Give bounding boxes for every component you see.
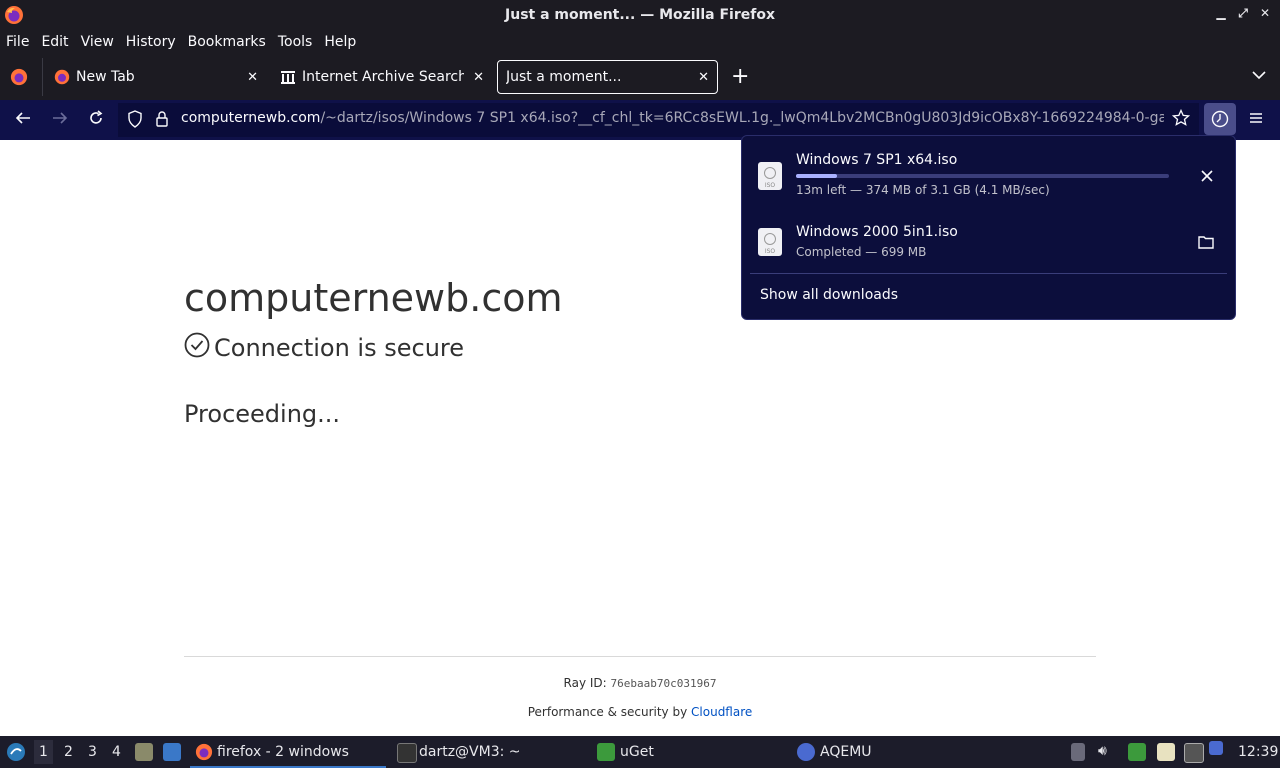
list-all-tabs-chevron-icon[interactable] xyxy=(1252,68,1266,84)
taskbar-app-label: firefox - 2 windows xyxy=(217,744,349,760)
tab-label: Just a moment... xyxy=(506,69,622,85)
workspace-3[interactable]: 3 xyxy=(88,744,97,760)
menu-view[interactable]: View xyxy=(75,34,120,50)
back-arrow-icon[interactable] xyxy=(14,109,32,132)
menu-file[interactable]: File xyxy=(0,34,35,50)
firefox-view-icon[interactable] xyxy=(10,68,28,90)
tray-update-icon[interactable] xyxy=(1209,741,1223,755)
navigation-toolbar: computernewb.com/~dartz/isos/Windows 7 S… xyxy=(0,100,1280,140)
workspace-2[interactable]: 2 xyxy=(64,744,73,760)
cancel-download-x-icon[interactable] xyxy=(1200,168,1214,187)
show-all-downloads-button[interactable]: Show all downloads xyxy=(760,287,898,303)
download-progress-bar xyxy=(796,174,1169,178)
minimize-icon[interactable]: ▁ xyxy=(1214,6,1228,21)
url-path: /~dartz/isos/Windows 7 SP1 x64.iso?__cf_… xyxy=(320,110,1164,126)
tab-label: New Tab xyxy=(76,69,135,85)
download-status: Completed — 699 MB xyxy=(796,245,927,259)
window-titlebar: Just a moment... — Mozilla Firefox ▁ ⤢ ✕ xyxy=(0,0,1280,29)
firefox-logo-icon xyxy=(4,5,24,29)
url-host: computernewb.com xyxy=(181,110,321,126)
taskbar-app-label: uGet xyxy=(620,744,654,760)
volume-icon[interactable]: 🔊︎ xyxy=(1098,743,1107,759)
footer-divider xyxy=(184,656,1096,657)
ray-id-line: Ray ID: 76ebaab70c031967 xyxy=(0,676,1280,690)
archive-favicon-icon xyxy=(281,71,295,84)
close-window-icon[interactable]: ✕ xyxy=(1258,6,1272,21)
tray-clipboard-icon[interactable] xyxy=(1071,743,1085,761)
download-filename: Windows 2000 5in1.iso xyxy=(796,224,958,240)
ray-id-value: 76ebaab70c031967 xyxy=(610,677,717,690)
tab-close-icon[interactable]: ✕ xyxy=(473,70,484,85)
maximize-icon[interactable]: ⤢ xyxy=(1236,6,1250,21)
performance-text: Performance & security by xyxy=(527,705,688,719)
iso-file-icon: ISO xyxy=(758,228,782,256)
menu-history[interactable]: History xyxy=(120,34,182,50)
window-title: Just a moment... — Mozilla Firefox xyxy=(505,6,775,23)
taskbar: 1 2 3 4 firefox - 2 windows dartz@VM3: ~… xyxy=(0,736,1280,768)
cloudflare-link[interactable]: Cloudflare xyxy=(691,705,752,719)
aqemu-icon xyxy=(797,743,815,761)
menu-bar: File Edit View History Bookmarks Tools H… xyxy=(0,29,1280,54)
tray-uget-icon[interactable] xyxy=(1128,743,1146,761)
secure-status: Connection is secure xyxy=(184,332,464,364)
ray-id-label: Ray ID: xyxy=(563,676,607,690)
menu-help[interactable]: Help xyxy=(318,34,362,50)
url-text[interactable]: computernewb.com/~dartz/isos/Windows 7 S… xyxy=(181,110,1164,126)
tab-just-a-moment[interactable]: Just a moment... ✕ xyxy=(497,60,718,94)
clock: 12:39 xyxy=(1238,744,1279,760)
terminal-icon xyxy=(397,743,417,763)
firefox-taskbar-icon xyxy=(195,743,213,761)
file-manager-icon[interactable] xyxy=(135,743,153,761)
menu-bookmarks[interactable]: Bookmarks xyxy=(182,34,272,50)
download-item[interactable]: ISO Windows 7 SP1 x64.iso 13m left — 374… xyxy=(754,148,1224,208)
new-tab-plus-icon[interactable]: + xyxy=(731,64,749,89)
tab-close-icon[interactable]: ✕ xyxy=(698,70,709,85)
hamburger-menu-icon[interactable] xyxy=(1248,110,1264,131)
firefox-favicon-icon xyxy=(54,69,70,85)
uget-icon xyxy=(597,743,615,761)
download-item[interactable]: ISO Windows 2000 5in1.iso Completed — 69… xyxy=(754,216,1224,266)
taskbar-app-label: AQEMU xyxy=(820,744,872,760)
menu-tools[interactable]: Tools xyxy=(272,34,319,50)
taskbar-app-firefox[interactable]: firefox - 2 windows xyxy=(190,736,386,768)
downloads-divider xyxy=(750,273,1227,274)
download-status: 13m left — 374 MB of 3.1 GB (4.1 MB/sec) xyxy=(796,183,1050,197)
lock-icon[interactable] xyxy=(155,110,169,133)
iso-file-icon: ISO xyxy=(758,162,782,190)
menu-edit[interactable]: Edit xyxy=(35,34,74,50)
taskbar-app-uget[interactable]: uGet xyxy=(592,736,788,768)
tab-divider xyxy=(42,58,43,96)
show-desktop-icon[interactable] xyxy=(163,743,181,761)
checkmark-circle-icon xyxy=(184,332,210,364)
downloads-button[interactable] xyxy=(1204,103,1236,135)
taskbar-app-terminal[interactable]: dartz@VM3: ~ xyxy=(392,736,588,768)
bookmark-star-icon[interactable] xyxy=(1171,108,1191,132)
forward-arrow-icon[interactable] xyxy=(51,109,69,132)
workspace-4[interactable]: 4 xyxy=(112,744,121,760)
network-icon[interactable] xyxy=(1184,743,1204,763)
tab-label: Internet Archive Search: xyxy=(302,69,464,85)
download-progress-fill xyxy=(796,174,838,178)
download-filename: Windows 7 SP1 x64.iso xyxy=(796,152,958,168)
performance-line: Performance & security by Cloudflare xyxy=(0,705,1280,719)
downloads-panel: ISO Windows 7 SP1 x64.iso 13m left — 374… xyxy=(741,135,1236,320)
show-in-folder-icon[interactable] xyxy=(1198,234,1214,253)
tab-bar: New Tab ✕ Internet Archive Search: ✕ Jus… xyxy=(0,54,1280,100)
downloads-progress-icon xyxy=(1211,110,1229,132)
taskbar-app-aqemu[interactable]: AQEMU xyxy=(792,736,988,768)
tab-internet-archive[interactable]: Internet Archive Search: ✕ xyxy=(280,60,492,94)
tray-notes-icon[interactable] xyxy=(1157,743,1175,761)
tab-new-tab[interactable]: New Tab ✕ xyxy=(54,60,266,94)
proceeding-text: Proceeding... xyxy=(184,400,341,428)
tab-close-icon[interactable]: ✕ xyxy=(247,70,258,85)
start-menu-icon[interactable] xyxy=(6,742,26,766)
tracking-protection-shield-icon[interactable] xyxy=(127,110,143,133)
page-title: computernewb.com xyxy=(184,276,563,320)
secure-text: Connection is secure xyxy=(214,334,465,362)
workspace-1[interactable]: 1 xyxy=(34,740,53,764)
taskbar-app-label: dartz@VM3: ~ xyxy=(419,744,521,760)
reload-icon[interactable] xyxy=(87,109,105,132)
